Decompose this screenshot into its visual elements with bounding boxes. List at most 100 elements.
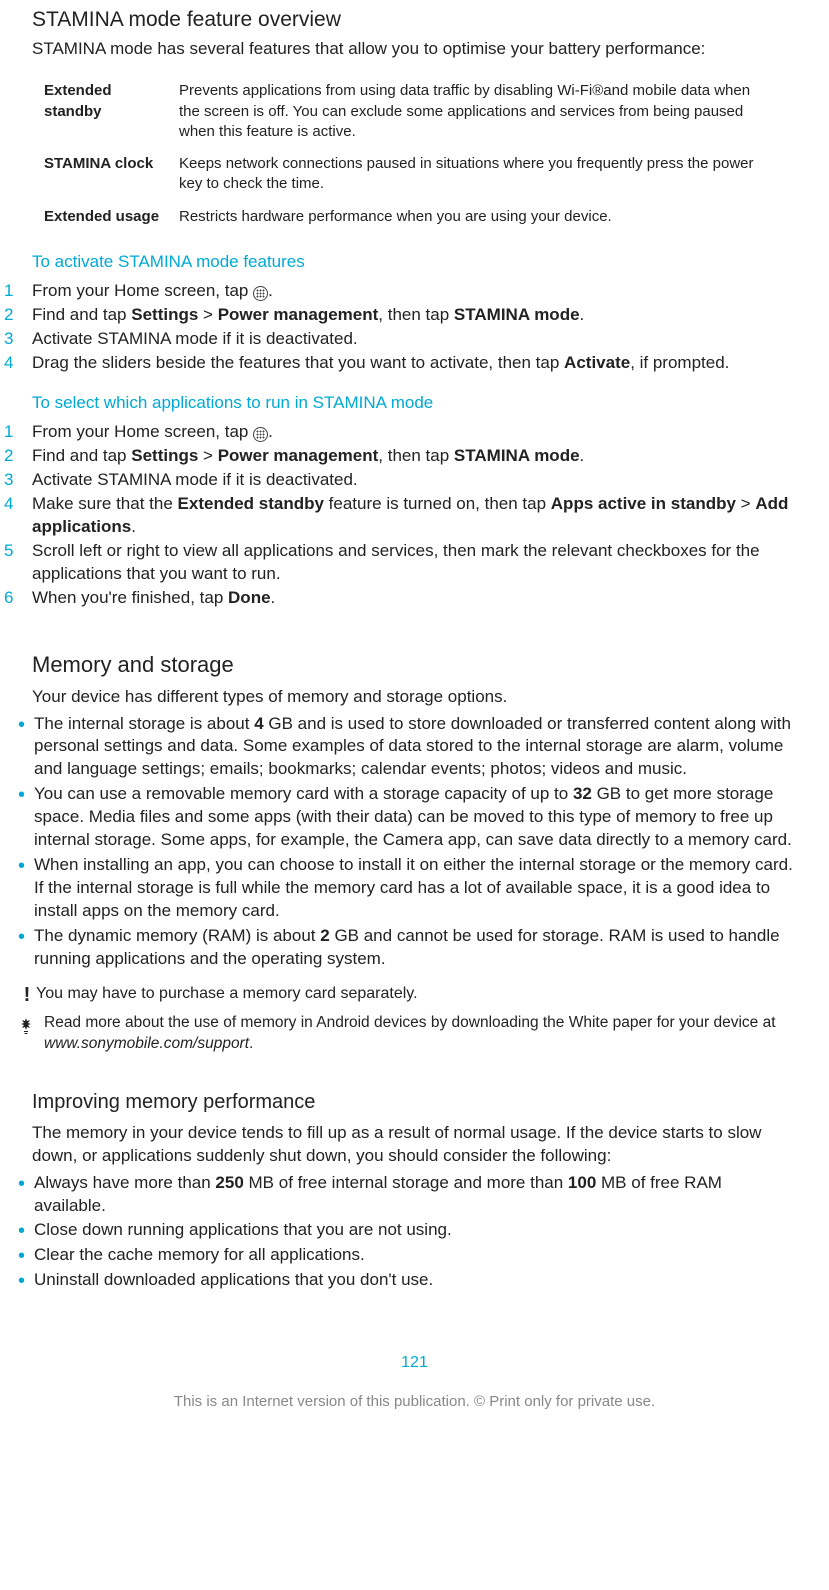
list-item: • Uninstall downloaded applications that… (32, 1269, 797, 1292)
procedure-steps: 1 From your Home screen, tap . 2 Find an… (32, 280, 797, 375)
bold: Activate (564, 353, 630, 372)
bullet-text: Clear the cache memory for all applicati… (34, 1244, 797, 1267)
bullet-text: Always have more than 250 MB of free int… (34, 1172, 797, 1218)
list-item: • The dynamic memory (RAM) is about 2 GB… (32, 925, 797, 971)
feature-name: Extended usage (40, 201, 175, 233)
text: . (268, 281, 273, 300)
step-text: Scroll left or right to view all applica… (32, 540, 797, 586)
procedure-steps: 1 From your Home screen, tap . 2 Find an… (32, 421, 797, 610)
link-text: www.sonymobile.com/support (44, 1035, 249, 1052)
overview-title: STAMINA mode feature overview (32, 6, 797, 34)
step-number: 4 (4, 493, 32, 516)
apps-icon (253, 427, 268, 442)
bullet-icon: • (18, 783, 34, 805)
step-row: 5 Scroll left or right to view all appli… (32, 540, 797, 586)
list-item: • Always have more than 250 MB of free i… (32, 1172, 797, 1218)
table-row: Extended usage Restricts hardware perfor… (40, 201, 774, 233)
bullet-text: You can use a removable memory card with… (34, 783, 797, 852)
text: > (198, 305, 217, 324)
page: STAMINA mode feature overview STAMINA mo… (0, 6, 829, 1556)
bullet-icon: • (18, 1244, 34, 1266)
text: When you're finished, tap (32, 588, 228, 607)
step-text: From your Home screen, tap . (32, 280, 797, 303)
bold: 100 (568, 1173, 596, 1192)
step-number: 5 (4, 540, 32, 563)
bold: Power management (218, 305, 379, 324)
step-number: 1 (4, 280, 32, 303)
bold: STAMINA mode (454, 446, 580, 465)
bullet-text: The internal storage is about 4 GB and i… (34, 713, 797, 782)
step-row: 4 Make sure that the Extended standby fe… (32, 493, 797, 539)
bold: Extended standby (178, 494, 324, 513)
step-number: 2 (4, 304, 32, 327)
table-row: STAMINA clock Keeps network connections … (40, 148, 774, 201)
step-number: 4 (4, 352, 32, 375)
text: . (271, 588, 276, 607)
step-number: 6 (4, 587, 32, 610)
bold: Settings (131, 446, 198, 465)
bullet-icon: • (18, 925, 34, 947)
step-text: Activate STAMINA mode if it is deactivat… (32, 328, 797, 351)
text: Make sure that the (32, 494, 178, 513)
step-text: Make sure that the Extended standby feat… (32, 493, 797, 539)
page-number: 121 (32, 1352, 797, 1374)
text: . (268, 422, 273, 441)
text: . (249, 1035, 253, 1052)
step-number: 3 (4, 469, 32, 492)
step-number: 1 (4, 421, 32, 444)
bold: 250 (215, 1173, 243, 1192)
feature-table: Extended standby Prevents applications f… (40, 75, 774, 233)
bullet-icon: • (18, 1172, 34, 1194)
tip-note: Read more about the use of memory in And… (18, 1013, 797, 1055)
apps-icon (253, 286, 268, 301)
bullet-text: Uninstall downloaded applications that y… (34, 1269, 797, 1292)
step-text: Find and tap Settings > Power management… (32, 445, 797, 468)
bold: Apps active in standby (551, 494, 736, 513)
section-title: Memory and storage (32, 650, 797, 680)
text: Always have more than (34, 1173, 215, 1192)
subsection-title: Improving memory performance (32, 1089, 797, 1116)
step-row: 1 From your Home screen, tap . (32, 280, 797, 303)
bullet-icon: • (18, 713, 34, 735)
step-row: 2 Find and tap Settings > Power manageme… (32, 445, 797, 468)
text: feature is turned on, then tap (324, 494, 551, 513)
step-row: 2 Find and tap Settings > Power manageme… (32, 304, 797, 327)
list-item: • Clear the cache memory for all applica… (32, 1244, 797, 1267)
step-row: 3 Activate STAMINA mode if it is deactiv… (32, 328, 797, 351)
bold: 4 (254, 714, 263, 733)
bullet-icon: • (18, 1269, 34, 1291)
footer-text: This is an Internet version of this publ… (32, 1392, 797, 1412)
text: > (736, 494, 755, 513)
step-text: Find and tap Settings > Power management… (32, 304, 797, 327)
bold: Power management (218, 446, 379, 465)
feature-desc: Restricts hardware performance when you … (175, 201, 774, 233)
feature-desc: Prevents applications from using data tr… (175, 75, 774, 148)
text: . (580, 305, 585, 324)
list-item: • You can use a removable memory card wi… (32, 783, 797, 852)
procedure-title: To activate STAMINA mode features (32, 251, 797, 274)
subsection-intro: The memory in your device tends to fill … (32, 1122, 797, 1168)
list-item: • When installing an app, you can choose… (32, 854, 797, 923)
bold: 2 (320, 926, 329, 945)
table-row: Extended standby Prevents applications f… (40, 75, 774, 148)
note-text: You may have to purchase a memory card s… (36, 983, 797, 1005)
step-row: 6 When you're finished, tap Done. (32, 587, 797, 610)
bold: STAMINA mode (454, 305, 580, 324)
text: . (580, 446, 585, 465)
section-intro: Your device has different types of memor… (32, 686, 797, 709)
bullet-list: • Always have more than 250 MB of free i… (32, 1172, 797, 1293)
bullet-list: • The internal storage is about 4 GB and… (32, 713, 797, 971)
feature-desc: Keeps network connections paused in situ… (175, 148, 774, 201)
bold: 32 (573, 784, 592, 803)
feature-name: Extended standby (40, 75, 175, 148)
step-number: 2 (4, 445, 32, 468)
feature-name: STAMINA clock (40, 148, 175, 201)
text: , if prompted. (630, 353, 729, 372)
step-text: Activate STAMINA mode if it is deactivat… (32, 469, 797, 492)
step-text: Drag the sliders beside the features tha… (32, 352, 797, 375)
text: From your Home screen, tap (32, 281, 253, 300)
list-item: • Close down running applications that y… (32, 1219, 797, 1242)
step-text: When you're finished, tap Done. (32, 587, 797, 610)
bold: Done (228, 588, 271, 607)
text: Drag the sliders beside the features tha… (32, 353, 564, 372)
